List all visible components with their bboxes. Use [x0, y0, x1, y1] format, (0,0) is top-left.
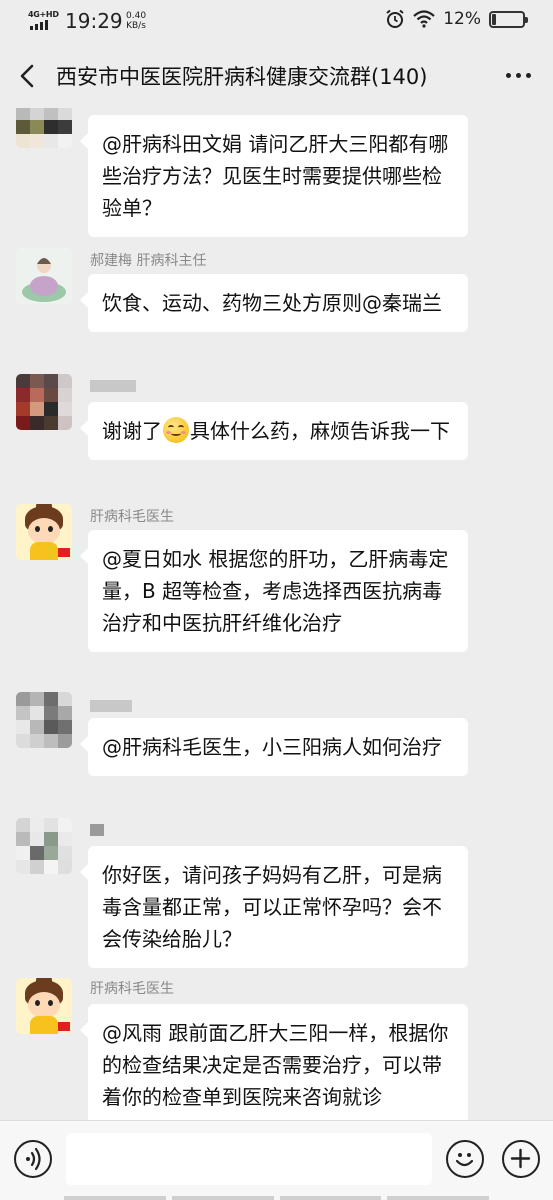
avatar-photo — [16, 248, 72, 304]
status-time: 19:29 — [65, 9, 123, 33]
battery-icon — [489, 10, 528, 28]
battery-percent: 12% — [443, 9, 481, 29]
wifi-icon — [413, 10, 435, 28]
plus-icon — [510, 1148, 531, 1169]
alarm-icon — [386, 9, 404, 28]
message-text: 具体什么药，麻烦告诉我一下 — [190, 419, 450, 443]
more-options-icon[interactable] — [506, 73, 531, 78]
network-type: 4G+HD — [28, 10, 59, 19]
bottom-panel-edge — [0, 1196, 553, 1200]
emoji-picker-icon[interactable] — [446, 1140, 484, 1178]
avatar[interactable] — [16, 978, 72, 1034]
avatar[interactable] — [16, 692, 72, 748]
message-bubble[interactable]: @风雨 跟前面乙肝大三阳一样，根据你的检查结果决定是否需要治疗，可以带着你的检查… — [80, 1004, 468, 1120]
message-bubble[interactable]: 饮食、运动、药物三处方原则@秦瑞兰 — [80, 274, 468, 332]
sender-name: 郝建梅 肝病科主任 — [90, 253, 207, 269]
status-right: 12% — [385, 9, 528, 29]
network-speed: 0.40 KB/s — [126, 11, 146, 31]
avatar[interactable] — [16, 248, 72, 304]
avatar[interactable] — [16, 504, 72, 560]
network-speed-value: 0.40 — [126, 11, 147, 21]
smile-emoji-icon — [163, 417, 189, 443]
back-arrow-icon[interactable] — [14, 62, 42, 90]
message-bubble[interactable]: 谢谢了 具体什么药，麻烦告诉我一下 — [80, 402, 468, 460]
avatar[interactable] — [16, 374, 72, 430]
message-bubble[interactable]: @肝病科田文娟 请问乙肝大三阳都有哪些治疗方法？见医生时需要提供哪些检验单？ — [80, 115, 468, 237]
nav-bar: 西安市中医医院肝病科健康交流群(140) — [0, 44, 553, 108]
avatar[interactable] — [16, 818, 72, 874]
cartoon-avatar — [16, 504, 72, 560]
message-bubble[interactable]: 你好医，请问孩子妈妈有乙肝，可是病毒含量都正常，可以正常怀孕吗？会不会传染给胎儿… — [80, 846, 468, 968]
battery-fill — [492, 13, 496, 25]
input-bar — [0, 1120, 553, 1200]
sender-name-redacted — [90, 698, 132, 714]
cartoon-avatar — [16, 978, 72, 1034]
sender-name: 肝病科毛医生 — [90, 981, 174, 997]
message-bubble[interactable]: @夏日如水 根据您的肝功，乙肝病毒定量，B 超等检查，考虑选择西医抗病毒治疗和中… — [80, 530, 468, 652]
voice-input-icon[interactable] — [14, 1140, 52, 1178]
more-functions-plus-icon[interactable] — [502, 1140, 540, 1178]
sender-name-redacted — [90, 822, 104, 838]
message-text: 谢谢了 — [102, 419, 162, 443]
signal-icon: 4G+HD — [28, 10, 59, 32]
message-bubble[interactable]: @肝病科毛医生，小三阳病人如何治疗 — [80, 718, 468, 776]
sender-name-redacted — [90, 378, 136, 394]
status-bar: 4G+HD 19:29 0.40 KB/s 12% — [0, 0, 553, 44]
message-input[interactable] — [66, 1133, 432, 1185]
sender-name: 肝病科毛医生 — [90, 509, 174, 525]
network-speed-unit: KB/s — [126, 21, 146, 31]
avatar[interactable] — [16, 108, 72, 148]
smiley-face-icon — [455, 1153, 474, 1167]
voice-waves-icon — [26, 1147, 41, 1171]
chat-title: 西安市中医医院肝病科健康交流群(140) — [56, 65, 428, 89]
chat-message-list[interactable]: @肝病科田文娟 请问乙肝大三阳都有哪些治疗方法？见医生时需要提供哪些检验单？ 郝… — [0, 108, 553, 1120]
